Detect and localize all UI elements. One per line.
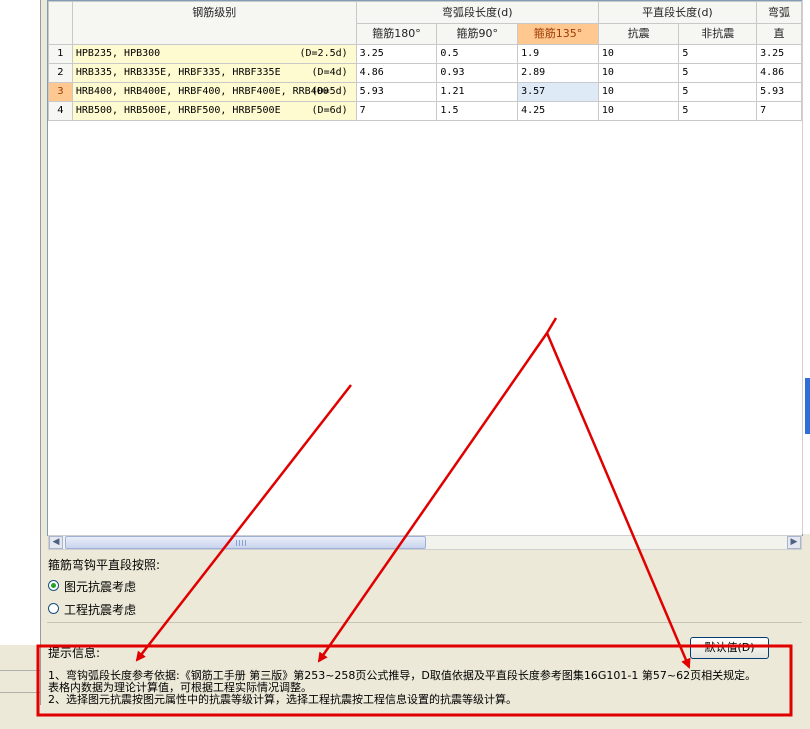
vertical-scrollbar-edge[interactable] (802, 0, 810, 534)
scroll-right-icon[interactable]: ▶ (787, 536, 801, 549)
cell-stirrup-135[interactable]: 4.25 (517, 101, 599, 121)
header-arc-length[interactable]: 弯弧段长度(d) (355, 1, 599, 24)
row-number[interactable]: 2 (48, 63, 73, 83)
cell-extra[interactable]: 4.86 (756, 63, 802, 83)
scroll-left-icon[interactable]: ◀ (49, 536, 63, 549)
hook-length-table: 钢筋级别 弯弧段长度(d) 平直段长度(d) 弯弧 箍筋180° 箍筋90° 箍… (48, 1, 802, 121)
cell-seismic[interactable]: 10 (597, 63, 680, 83)
radio-selected-icon[interactable] (48, 580, 59, 591)
horizontal-scrollbar[interactable]: ◀ ▶ (48, 535, 802, 550)
grade-cell[interactable]: HRB335, HRB335E, HRBF335, HRBF335E (D=4d) (71, 63, 357, 83)
header-stirrup-135[interactable]: 箍筋135° (517, 23, 599, 45)
diameter-ratio: (D=2.5d) (299, 48, 348, 59)
cell-extra[interactable]: 3.25 (756, 44, 802, 64)
cell-seismic[interactable]: 10 (597, 82, 680, 102)
cell-stirrup-180[interactable]: 7 (355, 101, 438, 121)
left-panel-bottom (0, 645, 41, 705)
table-row[interactable]: 1 HPB235, HPB300 (D=2.5d) 3.25 0.5 1.9 10… (48, 44, 802, 64)
divider (47, 622, 802, 623)
cell-stirrup-90[interactable]: 1.21 (436, 82, 519, 102)
grade-cell[interactable]: HPB235, HPB300 (D=2.5d) (71, 44, 357, 64)
divider (0, 692, 40, 693)
cell-non-seismic[interactable]: 5 (678, 63, 758, 83)
grade-text: HPB235, HPB300 (75, 48, 161, 59)
info-title: 提示信息: (48, 646, 101, 660)
header-grade[interactable]: 钢筋级别 (71, 1, 357, 45)
radio-unselected-icon[interactable] (48, 603, 59, 614)
cell-stirrup-135-selected[interactable]: 3.57 (517, 82, 599, 102)
divider (0, 670, 40, 671)
header-seismic[interactable]: 抗震 (597, 23, 680, 45)
diameter-ratio: (D=4d) (311, 67, 348, 78)
cell-stirrup-180[interactable]: 4.86 (355, 63, 438, 83)
cell-extra[interactable]: 7 (756, 101, 802, 121)
left-panel (0, 0, 41, 645)
cell-stirrup-180[interactable]: 3.25 (355, 44, 438, 64)
table-row[interactable]: 2 HRB335, HRB335E, HRBF335, HRBF335E (D=4… (48, 63, 802, 83)
table-row[interactable]: 4 HRB500, HRB500E, HRBF500, HRBF500E (D=6… (48, 101, 802, 121)
cell-stirrup-135[interactable]: 1.9 (517, 44, 599, 64)
grade-cell[interactable]: HRB400, HRB400E, HRBF400, HRBF400E, RRB4… (71, 82, 357, 102)
cell-seismic[interactable]: 10 (597, 44, 680, 64)
grade-text: HRB335, HRB335E, HRBF335, HRBF335E (75, 67, 281, 78)
header-stirrup-90[interactable]: 箍筋90° (436, 23, 519, 45)
row-number[interactable]: 3 (48, 82, 73, 102)
grade-cell[interactable]: HRB500, HRB500E, HRBF500, HRBF500E (D=6d) (71, 101, 357, 121)
header-stirrup-180[interactable]: 箍筋180° (355, 23, 438, 45)
corner-header (48, 1, 73, 45)
cell-non-seismic[interactable]: 5 (678, 82, 758, 102)
cell-stirrup-90[interactable]: 0.5 (436, 44, 519, 64)
side-scroll-indicator (805, 378, 810, 434)
default-value-button[interactable]: 默认值(D) (690, 637, 769, 659)
cell-seismic[interactable]: 10 (597, 101, 680, 121)
info-line-3: 2、选择图元抗震按图元属性中的抗震等级计算，选择工程抗震按工程信息设置的抗震等级… (48, 693, 517, 706)
header-arc-2[interactable]: 弯弧 (756, 1, 802, 24)
header-non-seismic[interactable]: 非抗震 (678, 23, 758, 45)
radio-element-seismic-label[interactable]: 图元抗震考虑 (64, 578, 136, 595)
header-straight-length[interactable]: 平直段长度(d) (597, 1, 758, 24)
scroll-thumb[interactable] (65, 536, 426, 549)
cell-stirrup-90[interactable]: 1.5 (436, 101, 519, 121)
cell-non-seismic[interactable]: 5 (678, 44, 758, 64)
cell-non-seismic[interactable]: 5 (678, 101, 758, 121)
header-straight-2[interactable]: 直 (756, 23, 802, 45)
cell-stirrup-180[interactable]: 5.93 (355, 82, 438, 102)
rebar-hook-table[interactable]: 钢筋级别 弯弧段长度(d) 平直段长度(d) 弯弧 箍筋180° 箍筋90° 箍… (47, 0, 803, 536)
row-number[interactable]: 1 (48, 44, 73, 64)
diameter-ratio: (D=5d) (311, 86, 348, 97)
cell-stirrup-90[interactable]: 0.93 (436, 63, 519, 83)
table-row[interactable]: 3 HRB400, HRB400E, HRBF400, HRBF400E, RR… (48, 82, 802, 102)
diameter-ratio: (D=6d) (311, 105, 348, 116)
option-group-title: 箍筋弯钩平直段按照: (48, 558, 161, 572)
grip-icon (236, 540, 246, 546)
cell-stirrup-135[interactable]: 2.89 (517, 63, 599, 83)
row-number[interactable]: 4 (48, 101, 73, 121)
grade-text: HRB400, HRB400E, HRBF400, HRBF400E, RRB4… (75, 86, 329, 97)
cell-extra[interactable]: 5.93 (756, 82, 802, 102)
radio-project-seismic-label[interactable]: 工程抗震考虑 (64, 601, 136, 618)
grade-text: HRB500, HRB500E, HRBF500, HRBF500E (75, 105, 281, 116)
